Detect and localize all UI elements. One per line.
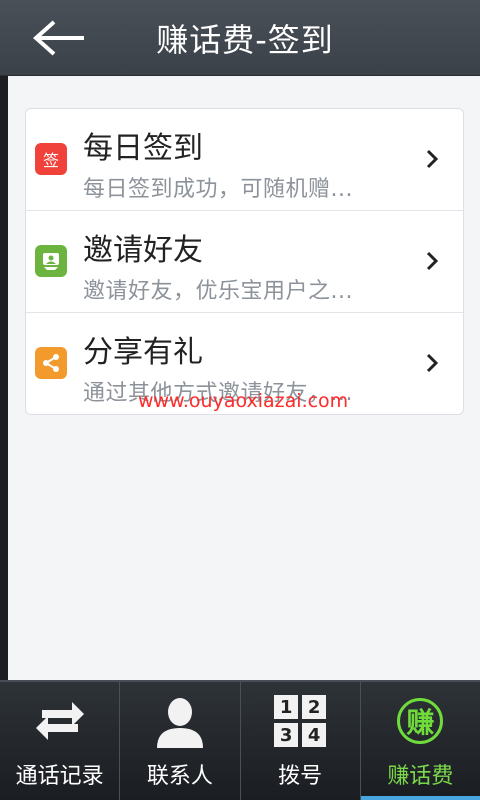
bottom-tab-bar: 通话记录 联系人 1 2 3 4 拨号 赚 赚话费	[0, 680, 480, 800]
tab-contacts[interactable]: 联系人	[120, 682, 241, 800]
chevron-right-icon	[426, 149, 439, 169]
tab-label: 拨号	[278, 764, 323, 789]
tab-label: 赚话费	[387, 764, 454, 789]
list-item-title: 分享有礼	[83, 335, 203, 370]
list-item-daily-sign-in[interactable]: 签 每日签到 每日签到成功，可随机赠...	[26, 109, 463, 211]
tab-label: 通话记录	[15, 764, 104, 789]
dialpad-key: 1	[274, 695, 299, 719]
list-item-subtitle: 邀请好友，优乐宝用户之...	[83, 279, 353, 304]
dialpad-key: 2	[302, 695, 327, 719]
list-item-title: 每日签到	[83, 131, 203, 166]
earn-icon: 赚	[388, 692, 452, 750]
watermark: www.ouyaoxiazai.com	[138, 390, 349, 412]
list-item-title: 邀请好友	[83, 233, 203, 268]
chevron-right-icon	[426, 251, 439, 271]
task-list: 签 每日签到 每日签到成功，可随机赠... 邀请好友 邀请好友，优乐宝用户之..…	[25, 108, 464, 415]
title-bar: 赚话费-签到	[0, 0, 480, 76]
call-log-icon	[28, 692, 92, 750]
dialpad-key: 3	[274, 723, 299, 747]
list-item-subtitle: 每日签到成功，可随机赠...	[83, 177, 353, 202]
sign-in-icon: 签	[35, 143, 67, 175]
invite-friend-icon	[35, 245, 67, 277]
chevron-right-icon	[426, 353, 439, 373]
tab-dialpad[interactable]: 1 2 3 4 拨号	[241, 682, 361, 800]
list-item-invite-friends[interactable]: 邀请好友 邀请好友，优乐宝用户之...	[26, 211, 463, 313]
contacts-icon	[148, 692, 212, 750]
share-icon	[35, 347, 67, 379]
tab-call-log[interactable]: 通话记录	[0, 682, 121, 800]
content-area: 签 每日签到 每日签到成功，可随机赠... 邀请好友 邀请好友，优乐宝用户之..…	[8, 76, 480, 680]
dialpad-key: 4	[302, 723, 327, 747]
tab-earn-credit[interactable]: 赚 赚话费	[360, 682, 480, 800]
tab-label: 联系人	[146, 764, 213, 789]
page-title: 赚话费-签到	[156, 21, 334, 59]
dialpad-icon: 1 2 3 4	[268, 692, 332, 750]
